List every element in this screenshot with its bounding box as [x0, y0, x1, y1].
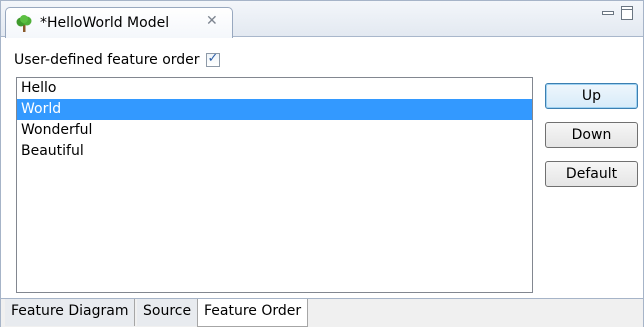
- feature-list[interactable]: Hello World Wonderful Beautiful: [16, 77, 533, 293]
- editor-tab-bar: *HelloWorld Model ✕: [1, 1, 643, 38]
- window-controls: [601, 6, 633, 24]
- user-defined-order-label: User-defined feature order: [14, 52, 200, 68]
- maximize-icon[interactable]: [621, 6, 633, 20]
- feature-list-item[interactable]: World: [17, 99, 532, 120]
- close-icon[interactable]: ✕: [206, 13, 218, 29]
- page-tab-source[interactable]: Source: [137, 299, 199, 326]
- editor-tab-title: *HelloWorld Model: [40, 15, 170, 31]
- feature-order-option: User-defined feature order ✓: [14, 50, 220, 70]
- editor-tab[interactable]: *HelloWorld Model ✕: [5, 7, 233, 38]
- default-button[interactable]: Default: [545, 161, 638, 187]
- checkmark-icon: ✓: [207, 51, 219, 66]
- page-tab-feature-order[interactable]: Feature Order: [197, 299, 309, 327]
- feature-list-item[interactable]: Hello: [17, 78, 532, 99]
- minimize-icon[interactable]: [601, 6, 614, 20]
- down-button[interactable]: Down: [545, 122, 638, 148]
- order-buttons: Up Down Default: [545, 83, 638, 200]
- up-button[interactable]: Up: [545, 83, 638, 109]
- tree-icon: [16, 15, 32, 32]
- editor-page-tabs: Feature Diagram Source Feature Order: [1, 298, 643, 327]
- user-defined-order-checkbox[interactable]: ✓: [205, 51, 220, 67]
- editor-view: *HelloWorld Model ✕ User-defined feature…: [0, 0, 644, 327]
- feature-list-item[interactable]: Wonderful: [17, 120, 532, 141]
- page-tab-feature-diagram[interactable]: Feature Diagram: [5, 299, 136, 326]
- feature-list-item[interactable]: Beautiful: [17, 141, 532, 162]
